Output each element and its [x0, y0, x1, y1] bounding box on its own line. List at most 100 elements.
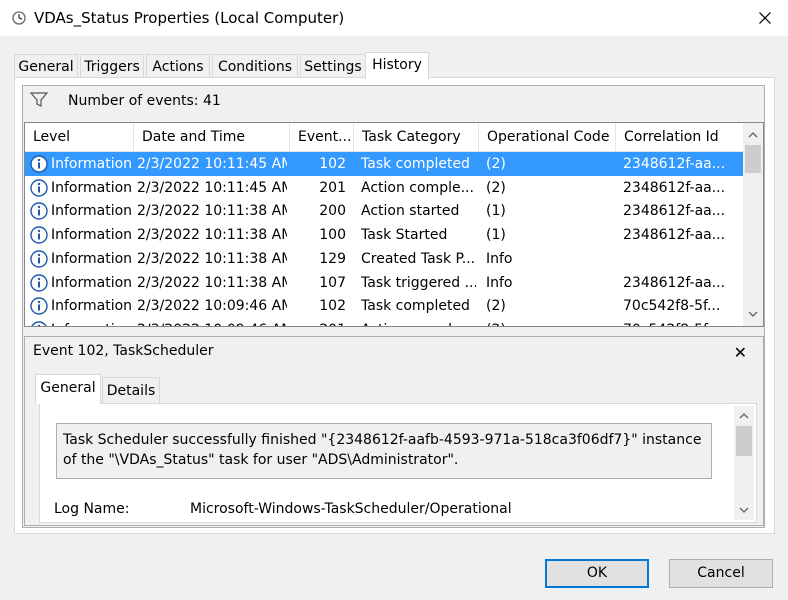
tab-actions[interactable]: Actions [146, 54, 210, 78]
cell-date: 2/3/2022 10:11:45 AM [137, 156, 287, 172]
table-row[interactable]: Information 2/3/2022 10:09:46 AM 102 Task c… [25, 294, 743, 318]
cell-date: 2/3/2022 10:11:38 AM [137, 250, 287, 267]
cell-category: Task triggered ... [361, 274, 476, 291]
column-task-category[interactable]: Task Category [354, 123, 479, 151]
info-icon [30, 226, 48, 244]
cell-event: 107 [319, 274, 346, 291]
scroll-thumb[interactable] [745, 145, 761, 173]
events-grid[interactable]: Level Date and Time Event... Task Catego… [24, 122, 764, 327]
cell-opcode: (2) [486, 179, 506, 196]
cell-opcode: (2) [486, 318, 611, 326]
cell-event: 129 [319, 250, 346, 267]
chevron-down-icon [739, 507, 749, 513]
clock-icon [12, 11, 26, 25]
cell-level: Information [51, 298, 133, 315]
cell-opcode: (1) [486, 227, 506, 244]
table-row[interactable]: Information 2/3/2022 10:11:38 AM 129 Create… [25, 247, 743, 271]
column-level[interactable]: Level [25, 123, 134, 151]
info-icon [30, 250, 48, 268]
cell-date: 2/3/2022 10:11:38 AM [137, 203, 287, 220]
column-operational-code[interactable]: Operational Code [479, 123, 616, 151]
detail-tab-details[interactable]: Details [102, 377, 160, 403]
cell-correlation: 2348612f-aa... [623, 156, 726, 172]
title-bar: VDAs_Status Properties (Local Computer) [0, 0, 788, 36]
cell-category: Task Started [361, 227, 448, 244]
close-button[interactable] [742, 0, 788, 36]
cell-event: 200 [319, 203, 346, 220]
log-name-value[interactable]: Microsoft-Windows-TaskScheduler/Operatio… [190, 501, 512, 517]
info-icon [30, 178, 48, 197]
cell-opcode: (2) [486, 156, 506, 172]
cell-level: Information [51, 179, 133, 196]
column-event[interactable]: Event... [290, 123, 354, 151]
cancel-button[interactable]: Cancel [669, 559, 773, 588]
detail-scroll-thumb[interactable] [736, 426, 752, 456]
cell-category: Task completed [361, 156, 470, 172]
ok-button[interactable]: OK [545, 559, 649, 588]
event-detail-pane: Event 102, TaskScheduler ✕ General Detai… [24, 336, 764, 526]
table-row[interactable]: Information 2/3/2022 10:11:45 AM 201 Action… [25, 176, 743, 200]
table-row[interactable]: Information 2/3/2022 10:11:38 AM 100 Task S… [25, 223, 743, 247]
cell-date: 2/3/2022 10:11:45 AM [137, 179, 287, 196]
cell-category: Created Task P... [361, 250, 476, 267]
detail-scrollbar[interactable] [734, 406, 754, 520]
info-icon [30, 155, 48, 173]
cell-level: Information [51, 203, 133, 220]
cell-level: Information [51, 227, 133, 244]
cell-opcode: Info [486, 250, 513, 267]
chevron-up-icon [739, 413, 749, 419]
tab-conditions[interactable]: Conditions [212, 54, 298, 78]
detail-tab-general[interactable]: General [35, 374, 101, 404]
column-correlation-id[interactable]: Correlation Id [616, 123, 743, 151]
cell-category: Action comple... [361, 179, 474, 196]
event-detail-title: Event 102, TaskScheduler [33, 343, 214, 359]
table-row[interactable]: Information 2/3/2022 10:11:45 AM 102 Task c… [25, 152, 743, 176]
cell-category: Action started [361, 203, 460, 220]
events-scrollbar[interactable] [743, 123, 763, 326]
cell-level: Information [51, 250, 133, 267]
table-row[interactable]: Information 2/3/2022 10:11:38 AM 200 Action… [25, 199, 743, 223]
tab-history[interactable]: History [365, 52, 429, 79]
cell-category: Task completed [361, 298, 470, 315]
close-icon [759, 12, 771, 24]
table-row[interactable]: Information 2/3/2022 10:09:46 AM201 Action… [25, 318, 743, 326]
tab-triggers[interactable]: Triggers [80, 54, 144, 78]
cell-opcode: (2) [486, 298, 506, 315]
cell-opcode: (1) [486, 203, 506, 220]
log-name-label: Log Name: [54, 501, 130, 517]
info-icon [30, 297, 48, 315]
info-icon [30, 273, 48, 292]
cell-date: 2/3/2022 10:11:38 AM [137, 227, 287, 244]
cell-event: 102 [319, 156, 346, 172]
chevron-down-icon [748, 311, 758, 317]
events-count: Number of events: 41 [68, 93, 221, 109]
window-title: VDAs_Status Properties (Local Computer) [34, 9, 345, 27]
cell-correlation [623, 247, 739, 271]
cell-date: 2/3/2022 10:11:38 AM [137, 274, 287, 291]
detail-panel: Task Scheduler successfully finished "{2… [39, 403, 757, 523]
scroll-up-button[interactable] [743, 125, 763, 145]
cell-level: Information [51, 156, 133, 172]
table-row[interactable]: Information 2/3/2022 10:11:38 AM 107 Task t… [25, 271, 743, 295]
cell-event: 102 [319, 298, 346, 315]
cell-correlation: 2348612f-aa... [623, 227, 726, 244]
event-message[interactable]: Task Scheduler successfully finished "{2… [56, 423, 712, 479]
cell-event: 100 [319, 227, 346, 244]
cell-correlation: 70c542f8-5f... [623, 318, 739, 326]
detail-scroll-down-button[interactable] [734, 500, 754, 520]
tab-general[interactable]: General [14, 54, 78, 78]
cell-opcode: Info [486, 274, 513, 291]
tab-settings[interactable]: Settings [300, 54, 366, 78]
cell-category: Action comple... [361, 318, 476, 326]
funnel-icon[interactable] [30, 92, 48, 108]
chevron-up-icon [748, 132, 758, 138]
detail-scroll-up-button[interactable] [734, 406, 754, 426]
close-detail-icon[interactable]: ✕ [734, 343, 747, 362]
cell-level: Information [51, 274, 133, 291]
cell-level: Information [51, 318, 133, 326]
column-date-time[interactable]: Date and Time [134, 123, 290, 151]
grid-header: Level Date and Time Event... Task Catego… [25, 123, 743, 152]
scroll-down-button[interactable] [743, 304, 763, 324]
cell-event: 201 [290, 318, 346, 326]
cell-correlation: 2348612f-aa... [623, 274, 726, 291]
